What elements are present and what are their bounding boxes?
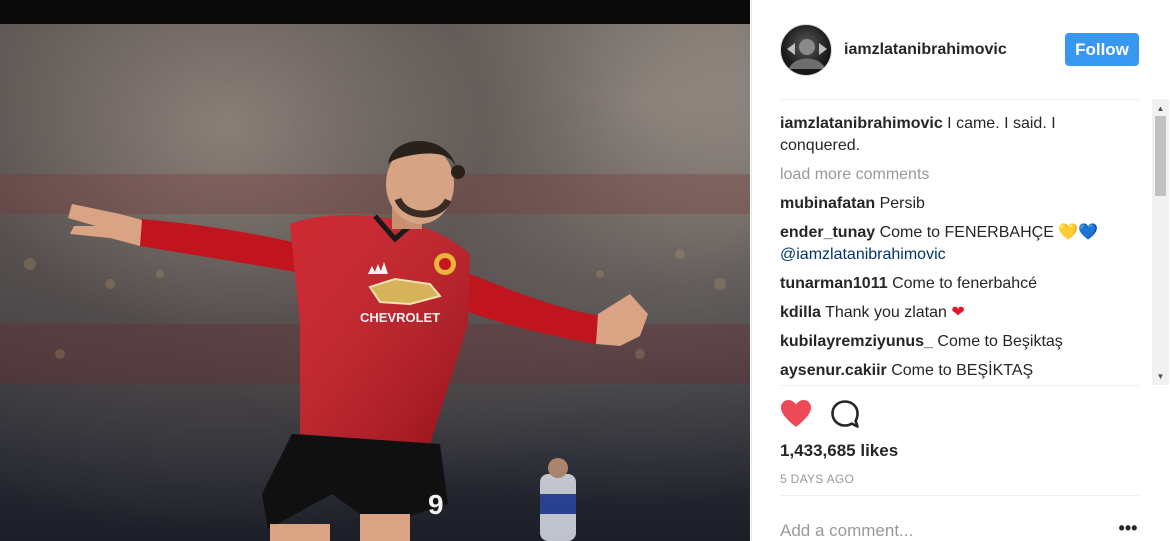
list-item: aysenur.cakiir Come to BEŞİKTAŞ: [780, 360, 1135, 382]
post-actions: [780, 398, 980, 430]
avatar-image: [787, 39, 827, 69]
comments-divider: [780, 385, 1139, 386]
user-avatar[interactable]: [780, 24, 832, 76]
comment-username[interactable]: ender_tunay: [780, 224, 875, 241]
comment-username[interactable]: mubinafatan: [780, 195, 875, 212]
comments-list: iamzlatanibrahimovic I came. I said. I c…: [780, 113, 1135, 385]
yellow-heart-icon: 💛: [1058, 224, 1079, 241]
scrollbar-thumb[interactable]: [1155, 116, 1166, 196]
caption-username[interactable]: iamzlatanibrahimovic: [780, 115, 943, 132]
blue-heart-icon: 💙: [1078, 224, 1099, 241]
list-item: tunarman1011 Come to fenerbahcé: [780, 273, 1135, 295]
header-divider: [780, 99, 1139, 100]
comment-text: Come to FENERBAHÇE: [879, 224, 1054, 241]
scroll-down-arrow-icon[interactable]: ▼: [1152, 369, 1169, 383]
load-more-comments-link[interactable]: load more comments: [780, 164, 1135, 186]
comment-text: Thank you zlatan: [825, 304, 947, 321]
comment-username[interactable]: tunarman1011: [780, 275, 888, 292]
player-illustration: CHEVROLET 9: [0, 141, 750, 541]
list-item: kdilla Thank you zlatan ❤: [780, 302, 1135, 324]
comment-bubble-icon[interactable]: [830, 399, 860, 429]
shorts-number: 9: [428, 489, 444, 520]
scroll-up-arrow-icon[interactable]: ▲: [1152, 101, 1169, 115]
comment-username[interactable]: kubilayremziyunus_: [780, 333, 933, 350]
red-heart-icon: ❤: [951, 304, 965, 321]
add-comment-divider: [780, 495, 1139, 496]
shirt-sponsor-text: CHEVROLET: [360, 310, 440, 325]
list-item: mubinafatan Persib: [780, 193, 1135, 215]
more-options-icon[interactable]: •••: [1117, 519, 1139, 541]
likes-count[interactable]: 1,433,685 likes: [780, 441, 898, 461]
caption: iamzlatanibrahimovic I came. I said. I c…: [780, 113, 1135, 157]
post-side-panel: iamzlatanibrahimovic Follow iamzlatanibr…: [751, 0, 1170, 541]
comment-username[interactable]: kdilla: [780, 304, 821, 321]
post-photo-area: CHEVROLET 9: [0, 0, 750, 541]
post-header: iamzlatanibrahimovic Follow: [780, 24, 1140, 78]
post-username[interactable]: iamzlatanibrahimovic: [844, 41, 1007, 59]
comments-scrollbar[interactable]: ▲ ▼: [1152, 99, 1169, 385]
comment-username[interactable]: aysenur.cakiir: [780, 362, 887, 379]
photo-top-strip: [0, 0, 750, 24]
heart-icon[interactable]: [780, 398, 812, 430]
list-item: ender_tunay Come to FENERBAHÇE 💛💙 @iamzl…: [780, 222, 1135, 266]
post-photo[interactable]: CHEVROLET 9: [0, 24, 750, 541]
follow-button[interactable]: Follow: [1065, 33, 1139, 66]
comment-text: Come to fenerbahcé: [892, 275, 1038, 292]
add-comment-input[interactable]: [780, 519, 1110, 541]
comment-text: Come to Beşiktaş: [937, 333, 1063, 350]
post-timestamp[interactable]: 5 DAYS AGO: [780, 472, 854, 486]
comment-text: Come to BEŞİKTAŞ: [891, 362, 1034, 379]
list-item: kubilayremziyunus_ Come to Beşiktaş: [780, 331, 1135, 353]
comment-mention-link[interactable]: @iamzlatanibrahimovic: [780, 246, 946, 263]
comment-text: Persib: [879, 195, 925, 212]
